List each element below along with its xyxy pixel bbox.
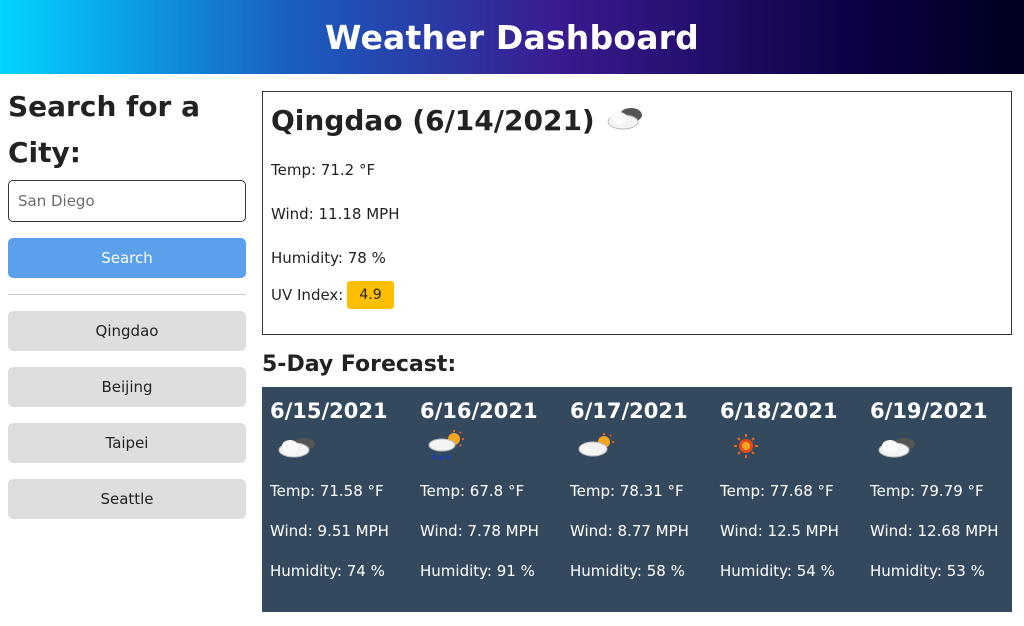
history-item-taipei[interactable]: Taipei xyxy=(8,423,246,463)
forecast-temp: Temp: 77.68 °F xyxy=(720,482,834,500)
forecast-day: 6/19/2021 Temp: 79.79 °F Wind: 12.68 MPH… xyxy=(862,387,1012,612)
forecast-humidity: Humidity: 54 % xyxy=(720,562,835,580)
forecast-day: 6/17/2021 Temp: 78.31 °F Wind: 8.77 MPH … xyxy=(562,387,712,612)
search-heading: Search for a City: xyxy=(8,90,201,169)
app-header: Weather Dashboard xyxy=(0,0,1024,74)
current-city-title: Qingdao (6/14/2021) xyxy=(271,103,595,137)
forecast-humidity: Humidity: 91 % xyxy=(420,562,535,580)
forecast-day: 6/16/2021 Temp: 67.8 °F Wind: 7.78 MPH H… xyxy=(412,387,562,612)
search-button[interactable]: Search xyxy=(8,238,246,278)
forecast-temp: Temp: 67.8 °F xyxy=(420,482,525,500)
current-humidity: Humidity: 78 % xyxy=(271,249,386,267)
partly-cloudy-icon xyxy=(874,431,920,465)
forecast-date: 6/16/2021 xyxy=(420,399,538,423)
uv-index-row: UV Index: 4.9 xyxy=(271,280,1003,310)
uv-label: UV Index: xyxy=(271,286,344,304)
current-wind: Wind: 11.18 MPH xyxy=(271,205,400,223)
partly-cloudy-icon xyxy=(274,431,320,465)
forecast-date: 6/17/2021 xyxy=(570,399,688,423)
sun-cloud-icon xyxy=(574,431,620,465)
forecast-wind: Wind: 8.77 MPH xyxy=(570,522,689,540)
forecast-wind: Wind: 9.51 MPH xyxy=(270,522,389,540)
forecast-wind: Wind: 12.5 MPH xyxy=(720,522,839,540)
forecast-date: 6/15/2021 xyxy=(270,399,388,423)
history-item-qingdao[interactable]: Qingdao xyxy=(8,311,246,351)
forecast-date: 6/19/2021 xyxy=(870,399,988,423)
forecast-temp: Temp: 78.31 °F xyxy=(570,482,684,500)
five-day-forecast: 6/15/2021 Temp: 71.58 °F Wind: 9.51 MPH … xyxy=(262,387,1012,612)
uv-index-badge: 4.9 xyxy=(347,281,394,309)
sidebar: Search for a City: Search Qingdao Beijin… xyxy=(8,84,246,535)
forecast-humidity: Humidity: 74 % xyxy=(270,562,385,580)
city-search-input[interactable] xyxy=(8,180,246,222)
forecast-humidity: Humidity: 53 % xyxy=(870,562,985,580)
page-title: Weather Dashboard xyxy=(325,17,699,57)
forecast-wind: Wind: 12.68 MPH xyxy=(870,522,999,540)
forecast-date: 6/18/2021 xyxy=(720,399,838,423)
partly-cloudy-icon xyxy=(603,103,647,137)
sun-rain-icon xyxy=(424,429,470,467)
divider xyxy=(8,294,246,295)
history-item-seattle[interactable]: Seattle xyxy=(8,479,246,519)
forecast-title: 5-Day Forecast: xyxy=(262,352,457,377)
forecast-wind: Wind: 7.78 MPH xyxy=(420,522,539,540)
current-weather-card: Qingdao (6/14/2021) Temp: 71.2 °F Wind: … xyxy=(262,91,1012,335)
history-item-beijing[interactable]: Beijing xyxy=(8,367,246,407)
forecast-temp: Temp: 71.58 °F xyxy=(270,482,384,500)
current-temp: Temp: 71.2 °F xyxy=(271,161,376,179)
forecast-humidity: Humidity: 58 % xyxy=(570,562,685,580)
forecast-day: 6/18/2021 Temp: 77.68 °F Wind: 12.5 MPH … xyxy=(712,387,862,612)
forecast-day: 6/15/2021 Temp: 71.58 °F Wind: 9.51 MPH … xyxy=(262,387,412,612)
sun-icon xyxy=(724,431,770,465)
forecast-temp: Temp: 79.79 °F xyxy=(870,482,984,500)
